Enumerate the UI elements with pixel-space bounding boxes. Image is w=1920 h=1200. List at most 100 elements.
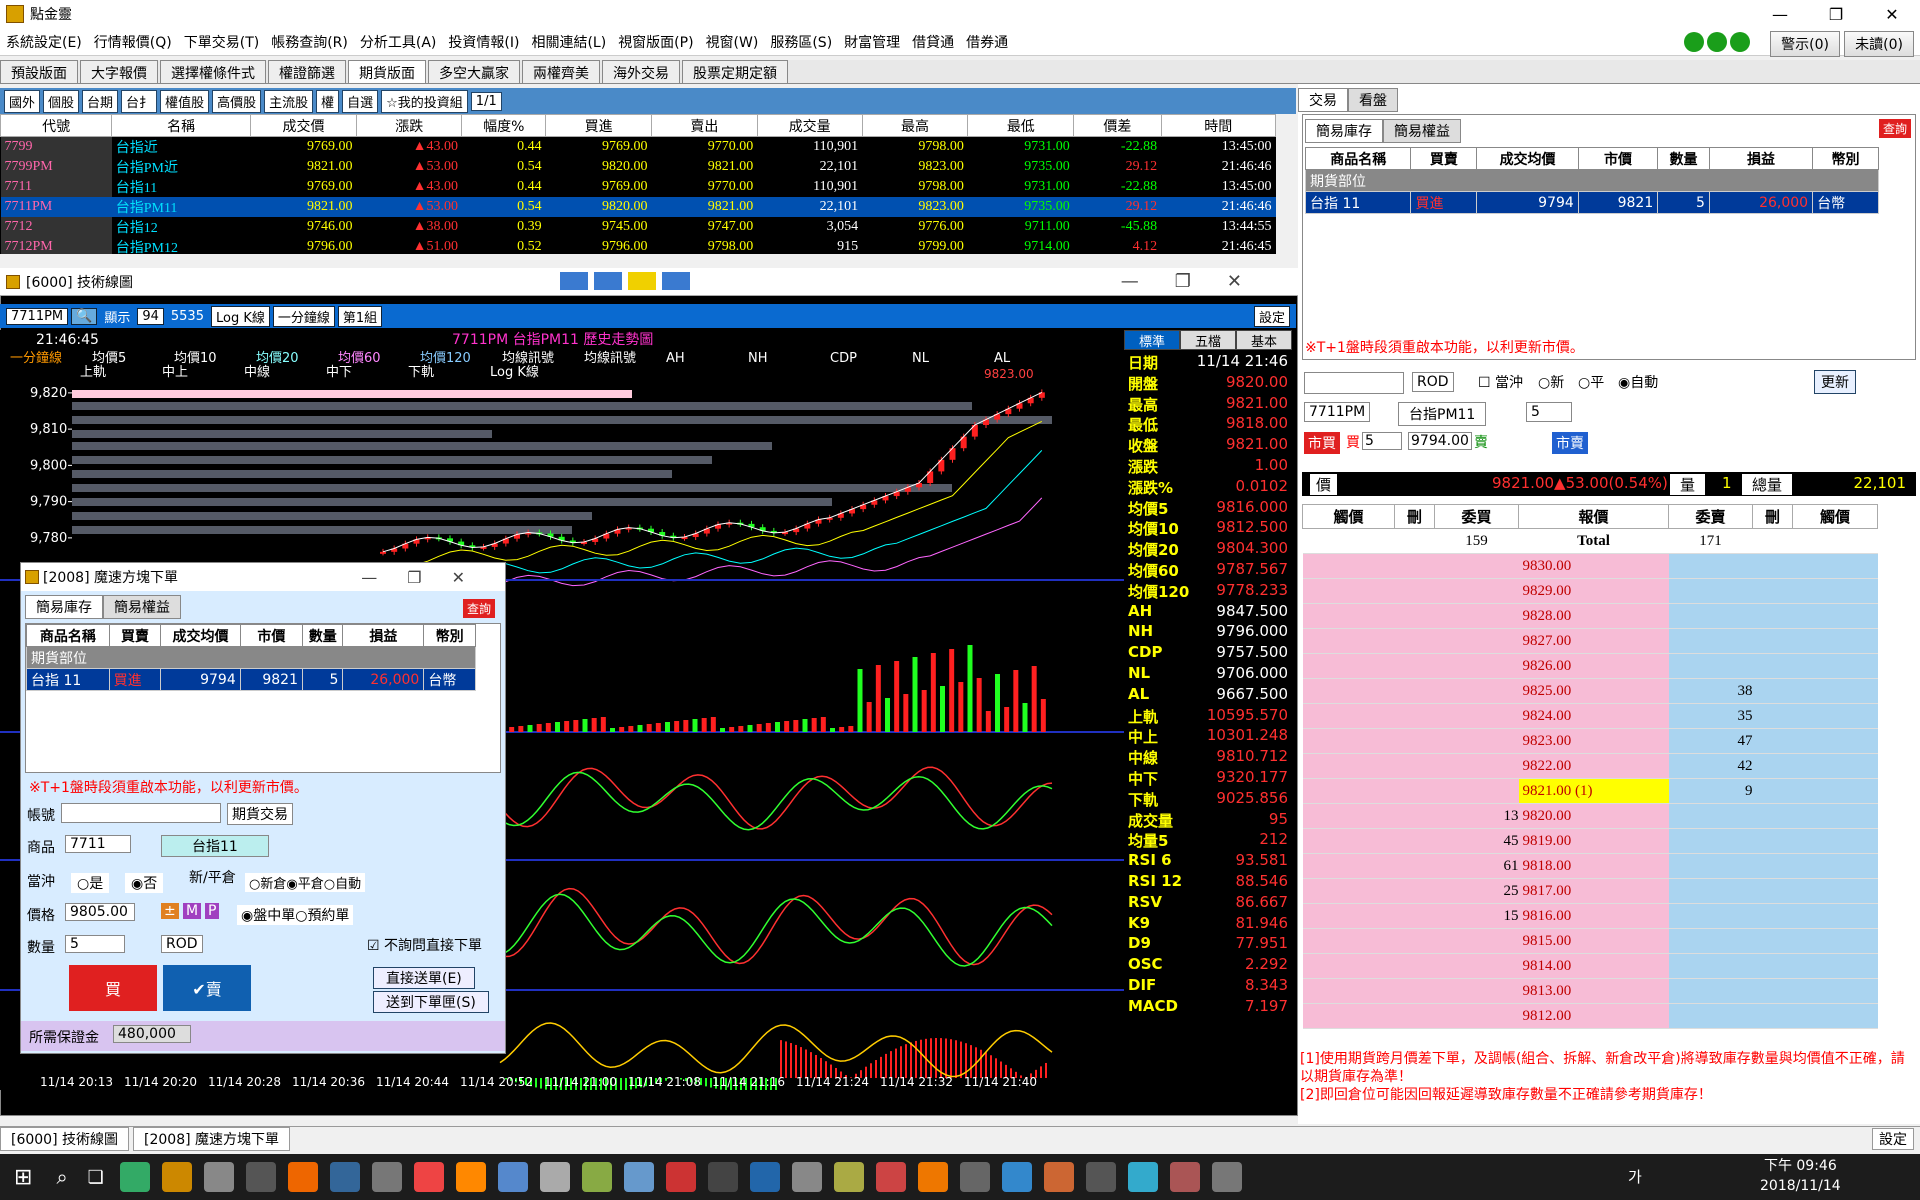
menu-item[interactable]: 視窗版面(P)	[612, 32, 699, 52]
close-button[interactable]: ✕	[1864, 0, 1920, 28]
symbol-select[interactable]: 7711PM	[1304, 402, 1370, 422]
taskbar-app-icon[interactable]	[833, 1162, 864, 1192]
ladder-ask[interactable]: 9	[1668, 778, 1753, 804]
taskbar-app-icon[interactable]	[329, 1162, 360, 1192]
ladder-price[interactable]: 9819.00	[1518, 828, 1669, 854]
inventory-header[interactable]: 市價	[1577, 147, 1659, 170]
taskbar-app-icon[interactable]	[875, 1162, 906, 1192]
layout-tab[interactable]: 股票定期定額	[682, 60, 788, 83]
ladder-price[interactable]: 9829.00	[1518, 578, 1669, 604]
chart-tool-icon[interactable]	[594, 272, 622, 290]
quote-tool-button[interactable]: 主流股	[264, 89, 314, 113]
offset-checkbox[interactable]: ☐ 當沖	[1478, 372, 1523, 392]
ladder-bid[interactable]	[1434, 678, 1519, 704]
qty-input[interactable]: 5	[1526, 402, 1572, 422]
offset-no-radio[interactable]: ◉否	[125, 873, 164, 893]
plus-minus-icon[interactable]: ±	[161, 903, 179, 919]
taskbar-app-icon[interactable]	[497, 1162, 528, 1192]
ladder-bid[interactable]	[1434, 653, 1519, 679]
order-inventory-header[interactable]: 商品名稱	[26, 624, 110, 647]
ladder-ask[interactable]	[1668, 553, 1753, 579]
window-tab[interactable]: [6000] 技術線圖	[0, 1126, 130, 1151]
order-inventory-header[interactable]: 數量	[301, 624, 344, 647]
open-close-radios[interactable]: ○新倉◉平倉○自動	[245, 873, 366, 892]
order-inventory-header[interactable]: 損益	[342, 624, 425, 647]
open-option-new[interactable]: ○新	[1538, 372, 1564, 392]
layout-tab[interactable]: 期貨版面	[348, 60, 426, 83]
layout-tab[interactable]: 預設版面	[0, 60, 78, 83]
ladder-ask[interactable]	[1668, 603, 1753, 629]
trade-type-select[interactable]: 期貨交易	[227, 803, 293, 825]
ladder-bid[interactable]	[1434, 578, 1519, 604]
quote-header[interactable]: 買進	[545, 114, 652, 137]
ladder-ask[interactable]: 42	[1668, 753, 1753, 779]
ladder-ask[interactable]	[1668, 803, 1753, 829]
ladder-bid[interactable]	[1434, 703, 1519, 729]
ladder-bid[interactable]	[1434, 928, 1519, 954]
ladder-bid[interactable]	[1434, 728, 1519, 754]
quote-row[interactable]: 7799PM 台指PM近 9821.00 ▲53.00 0.54 9820.00 9821.…	[0, 157, 1276, 177]
open-option-auto[interactable]: ◉自動	[1618, 372, 1658, 392]
maximize-button[interactable]: ❐	[1808, 0, 1864, 28]
ladder-row[interactable]: 9813.00	[1302, 978, 1878, 1004]
quote-row[interactable]: 7711 台指11 9769.00 ▲43.00 0.44 9769.00 9770.00 1…	[0, 177, 1276, 197]
ladder-ask[interactable]	[1668, 903, 1753, 929]
side-tab[interactable]: 標準	[1124, 330, 1180, 350]
menu-item[interactable]: 帳務查詢(R)	[265, 32, 354, 52]
taskbar-app-icon[interactable]	[665, 1162, 696, 1192]
inventory-header[interactable]: 買賣	[1410, 147, 1478, 170]
trade-tab[interactable]: 交易	[1298, 88, 1348, 112]
quote-tool-button[interactable]: 高價股	[212, 89, 262, 113]
account-select[interactable]	[61, 803, 221, 823]
ladder-ask[interactable]	[1668, 578, 1753, 604]
quote-row[interactable]: 7799 台指近 9769.00 ▲43.00 0.44 9769.00 9770.00 11…	[0, 136, 1276, 157]
ladder-price[interactable]: 9815.00	[1518, 928, 1669, 954]
quote-row[interactable]: 7712PM 台指PM12 9796.00 ▲51.00 0.52 9796.00 9798…	[0, 237, 1276, 254]
ladder-ask[interactable]	[1668, 1003, 1753, 1029]
chart-tool-icon[interactable]	[662, 272, 690, 290]
ladder-row[interactable]: 15 9816.00	[1302, 903, 1878, 929]
ladder-price[interactable]: 9825.00	[1518, 678, 1669, 704]
menu-item[interactable]: 下單交易(T)	[178, 32, 265, 52]
quote-row[interactable]: 7711PM 台指PM11 9821.00 ▲53.00 0.54 9820.00 9821…	[0, 197, 1276, 217]
chart-tool-icon[interactable]	[560, 272, 588, 290]
ladder-row[interactable]: 9823.00 47	[1302, 728, 1878, 754]
ladder-price[interactable]: 9823.00	[1518, 728, 1669, 754]
ladder-ask[interactable]	[1668, 928, 1753, 954]
no-confirm-checkbox[interactable]: ☑ 不詢問直接下單	[367, 935, 482, 955]
account-select[interactable]	[1304, 372, 1404, 394]
ladder-price[interactable]: 9814.00	[1518, 953, 1669, 979]
limit-p-icon[interactable]: P	[205, 903, 220, 919]
ladder-row[interactable]: 45 9819.00	[1302, 828, 1878, 854]
taskbar-app-icon[interactable]	[1169, 1162, 1200, 1192]
ladder-ask[interactable]	[1668, 828, 1753, 854]
scheme-select[interactable]: 第1組	[337, 305, 383, 327]
search-icon[interactable]: 🔍	[71, 307, 98, 325]
menu-item[interactable]: 投資情報(I)	[442, 32, 525, 52]
quote-tool-button[interactable]: 權值股	[160, 89, 210, 113]
offset-yes-radio[interactable]: ○是	[71, 873, 110, 893]
product-code-select[interactable]: 7711	[65, 835, 131, 853]
query-button[interactable]: 查詢	[1878, 119, 1911, 138]
ladder-price[interactable]: 9830.00	[1518, 553, 1669, 579]
buy-price-input[interactable]: 9794.00	[1408, 432, 1472, 450]
menu-item[interactable]: 財富管理	[838, 32, 906, 52]
ladder-price[interactable]: 9827.00	[1518, 628, 1669, 654]
taskbar-app-icon[interactable]	[917, 1162, 948, 1192]
quote-tool-button[interactable]: 個股	[43, 89, 80, 113]
ladder-ask[interactable]	[1668, 878, 1753, 904]
quote-tool-button[interactable]: 權	[316, 89, 340, 113]
layout-tab[interactable]: 權證篩選	[268, 60, 346, 83]
order-inventory-header[interactable]: 買賣	[108, 624, 162, 647]
taskbar-app-icon[interactable]	[119, 1162, 150, 1192]
system-clock[interactable]: 下午 09:46 2018/11/14	[1760, 1156, 1841, 1196]
quote-header[interactable]: 名稱	[111, 114, 252, 137]
ladder-price[interactable]: 9817.00	[1518, 878, 1669, 904]
inventory-header[interactable]: 數量	[1657, 147, 1710, 170]
task-view-icon[interactable]: ❏	[88, 1167, 104, 1188]
ladder-row[interactable]: 9830.00	[1302, 553, 1878, 579]
inventory-header[interactable]: 幣別	[1812, 147, 1879, 170]
quote-header[interactable]: 最高	[861, 114, 969, 137]
taskbar-app-icon[interactable]	[455, 1162, 486, 1192]
ladder-row[interactable]: 9829.00	[1302, 578, 1878, 604]
